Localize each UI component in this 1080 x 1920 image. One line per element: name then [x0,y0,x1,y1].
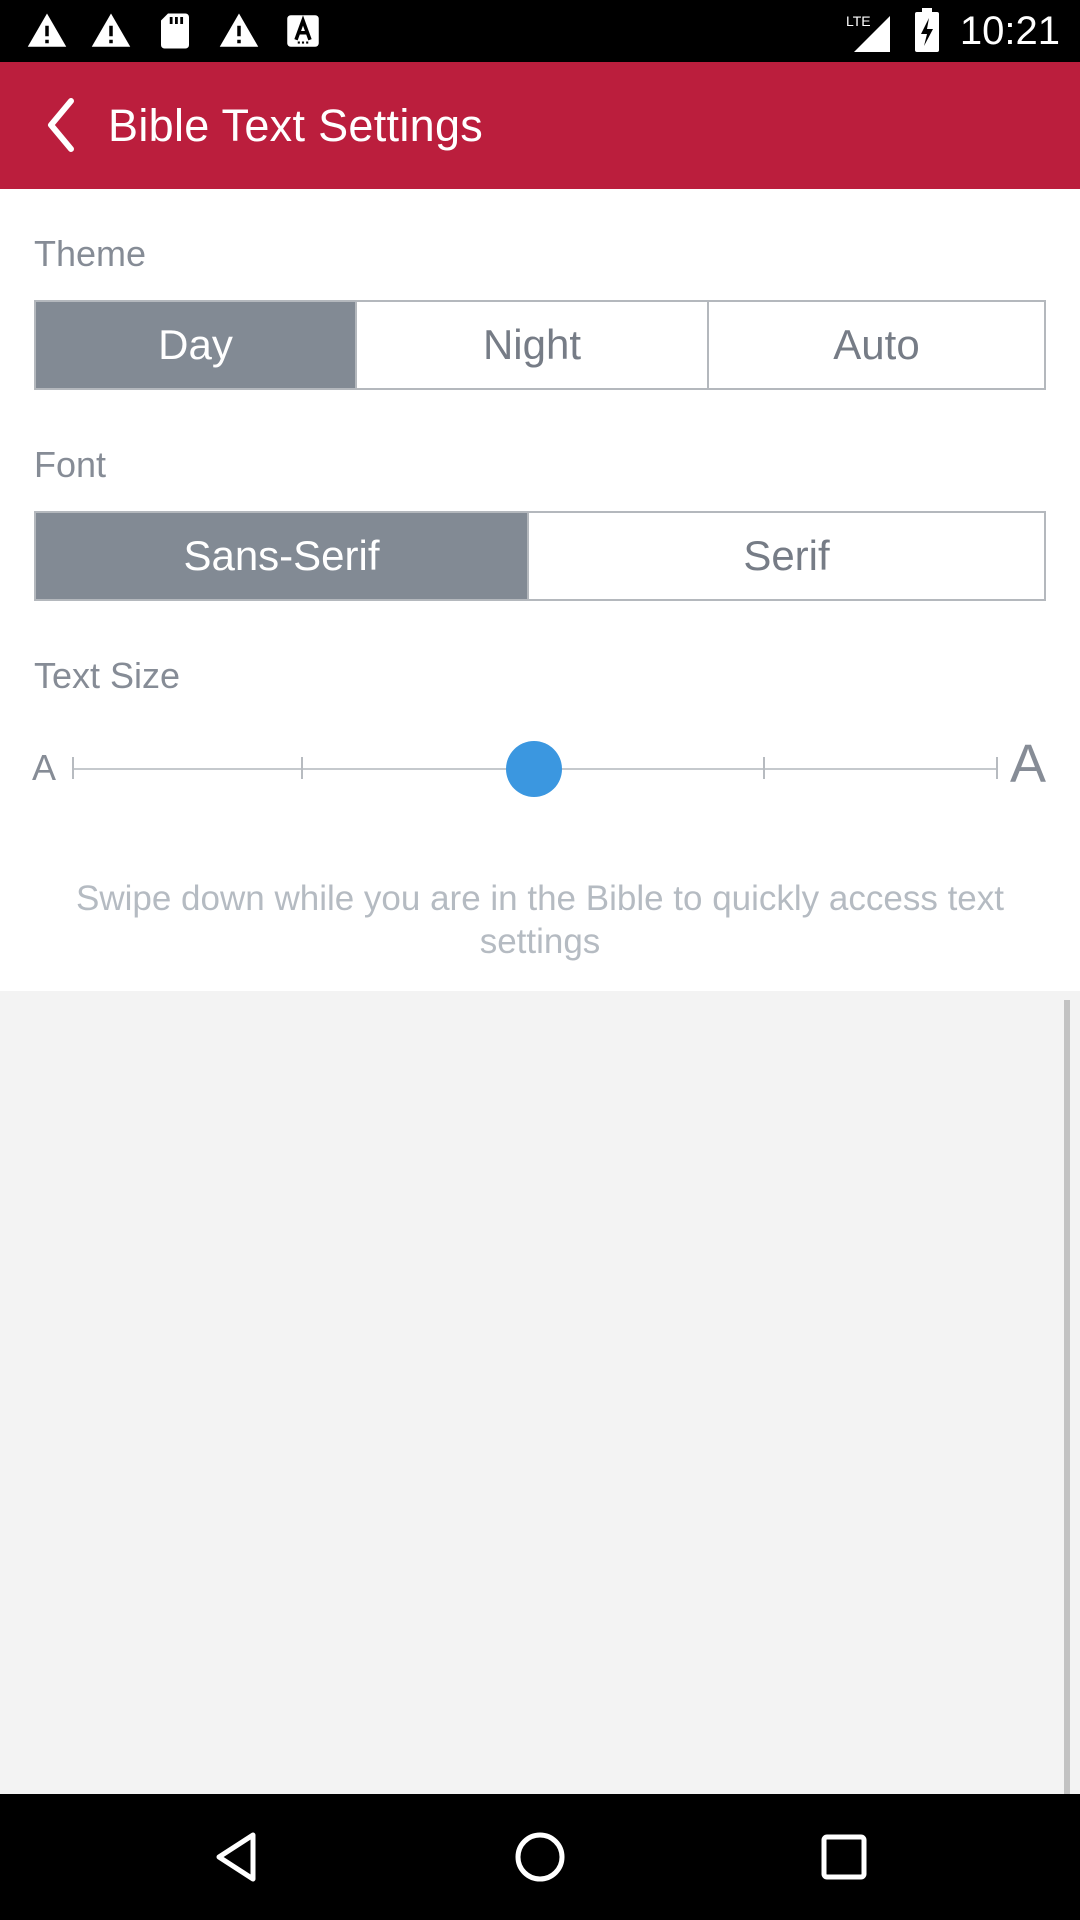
notification-icons [26,10,324,52]
text-size-slider[interactable]: A A [0,729,1080,809]
text-size-label: Text Size [34,655,181,696]
navigation-bar [0,1794,1080,1920]
back-button[interactable] [30,90,90,160]
theme-option-auto[interactable]: Auto [709,302,1044,388]
font-label: Font [34,444,107,485]
slider-tick [763,757,765,779]
warning-icon [91,13,131,47]
status-bar: LTE 10:21 [0,0,1080,62]
signal-icon: LTE [846,13,890,52]
hint-text: Swipe down while you are in the Bible to… [76,879,1004,961]
battery-charging-icon [914,8,939,52]
font-option-sans-serif[interactable]: Sans-Serif [36,513,529,599]
theme-option-night[interactable]: Night [357,302,709,388]
text-size-large-indicator: A [1010,734,1047,794]
slider-tick [301,757,303,779]
clock: 10:21 [959,8,1060,53]
font-option-serif[interactable]: Serif [529,513,1044,599]
chevron-left-icon [48,98,74,152]
nav-home-button[interactable] [510,1827,570,1887]
theme-selector: Day Night Auto [34,300,1046,390]
text-size-small-indicator: A [32,747,57,788]
font-download-icon [287,15,319,47]
app-bar: Bible Text Settings [0,62,1080,189]
slider-tick [996,757,998,779]
settings-panel: Theme Day Night Auto Font Sans-Serif Ser… [0,189,1080,991]
system-status: LTE 10:21 [844,6,1060,56]
theme-option-day[interactable]: Day [36,302,357,388]
nav-recents-button[interactable] [814,1827,874,1887]
network-type: LTE [846,13,871,29]
scrollbar[interactable] [1064,1000,1070,1794]
warning-icon [219,13,259,47]
font-selector: Sans-Serif Serif [34,511,1046,601]
slider-tick [72,757,74,779]
home-icon [515,1832,565,1882]
theme-label: Theme [34,233,147,274]
recents-icon [821,1834,867,1880]
slider-thumb[interactable] [506,741,562,797]
sd-card-icon [161,13,189,49]
warning-icon [27,13,67,47]
page-title: Bible Text Settings [108,100,484,151]
nav-back-button[interactable] [206,1827,266,1887]
back-icon [216,1832,256,1882]
